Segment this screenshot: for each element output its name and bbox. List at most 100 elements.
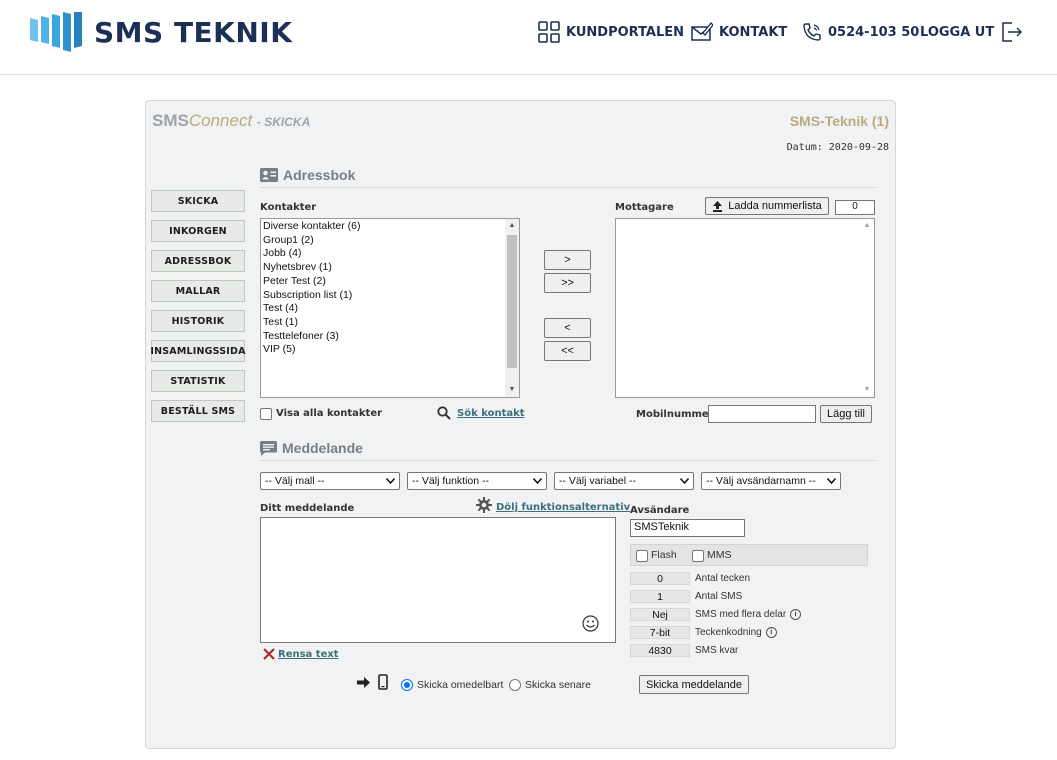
brand-sms: SMS [152, 111, 189, 130]
nav-phone[interactable]: 0524-103 50 [802, 18, 919, 46]
scroll-down-icon[interactable]: ▼ [505, 383, 519, 397]
send-now-radio[interactable] [401, 679, 413, 691]
multipart-label: SMS med flera delar i [695, 609, 802, 620]
message-textarea[interactable] [260, 517, 616, 643]
sender-name-select[interactable]: -- Välj avsändarnamn -- [701, 472, 841, 490]
contact-group-item[interactable]: Group1 (2) [263, 234, 360, 248]
recipients-list[interactable]: ▲ ▼ [615, 218, 875, 398]
upload-number-list-button[interactable]: Ladda nummerlista [705, 197, 829, 215]
function-select[interactable]: -- Välj funktion -- [407, 472, 547, 490]
scroll-up-icon[interactable]: ▲ [505, 219, 519, 233]
chevron-down-icon [533, 478, 542, 484]
gear-icon[interactable] [476, 497, 492, 513]
send-message-button[interactable]: Skicka meddelande [639, 675, 749, 694]
contact-group-item[interactable]: Diverse kontakter (6) [263, 220, 360, 234]
clear-text-link[interactable]: Rensa text [278, 649, 339, 660]
menu-statistik[interactable]: STATISTIK [151, 370, 245, 392]
grid-icon [538, 21, 560, 43]
chevron-down-icon [827, 478, 836, 484]
info-icon[interactable]: i [765, 627, 777, 638]
scroll-down-icon[interactable]: ▼ [860, 383, 874, 397]
contact-group-item[interactable]: Jobb (4) [263, 247, 360, 261]
show-all-contacts-checkbox[interactable] [260, 408, 272, 420]
char-count-label: Antal tecken [695, 573, 750, 584]
close-icon[interactable] [263, 648, 275, 660]
divider [260, 187, 877, 188]
nav-logout-label: LOGGA UT [920, 24, 995, 40]
encoding-value: 7-bit [630, 626, 690, 639]
contacts-list[interactable]: Diverse kontakter (6) Group1 (2) Jobb (4) N… [260, 218, 520, 398]
message-type-options: Flash MMS [630, 544, 868, 566]
message-title: Meddelande [282, 440, 363, 456]
sms-left-value: 4830 [630, 644, 690, 657]
info-icon[interactable]: i [790, 609, 802, 620]
remove-selected-button[interactable]: < [544, 318, 591, 338]
sms-count-value: 1 [630, 590, 690, 603]
send-later-radio[interactable] [509, 679, 521, 691]
contact-group-item[interactable]: VIP (5) [263, 343, 360, 357]
sms-count-text: Antal SMS [695, 591, 743, 602]
mobile-number-label: Mobilnummer [636, 409, 714, 420]
nav-phone-label: 0524-103 50 [828, 24, 920, 40]
your-message-label: Ditt meddelande [260, 503, 355, 514]
flash-checkbox[interactable] [636, 550, 648, 562]
logo-text: SMS TEKNIK [94, 15, 293, 49]
phone-icon [803, 23, 821, 41]
nav-kontakt[interactable]: KONTAKT [691, 18, 787, 46]
contact-group-item[interactable]: Subscription list (1) [263, 289, 360, 303]
chevron-down-icon [386, 478, 395, 484]
multipart-value: Nej [630, 608, 690, 621]
chevron-down-icon [680, 478, 689, 484]
add-selected-button[interactable]: > [544, 250, 591, 270]
contact-group-item[interactable]: Testtelefoner (3) [263, 330, 360, 344]
menu-adressbok[interactable]: ADRESSBOK [151, 250, 245, 272]
mobile-number-input[interactable] [708, 405, 816, 423]
scroll-thumb[interactable] [507, 235, 517, 368]
hide-function-options-link[interactable]: Dölj funktionsalternativ [496, 502, 630, 513]
search-icon[interactable] [437, 406, 451, 420]
envelope-pen-icon [691, 22, 713, 41]
arrow-right-icon [357, 677, 370, 688]
search-contact-link[interactable]: Sök kontakt [457, 408, 525, 419]
scroll-up-icon[interactable]: ▲ [860, 219, 874, 233]
company-logo[interactable]: SMS TEKNIK [30, 12, 292, 52]
menu-inkorgen[interactable]: INKORGEN [151, 220, 245, 242]
contacts-scrollbar[interactable]: ▲ ▼ [505, 219, 519, 397]
contact-group-item[interactable]: Test (1) [263, 316, 360, 330]
addressbook-heading: Adressbok [260, 167, 355, 183]
contact-card-icon [260, 168, 278, 182]
nav-kundportalen[interactable]: KUNDPORTALEN [538, 18, 684, 46]
menu-historik[interactable]: HISTORIK [151, 310, 245, 332]
menu-mallar[interactable]: MALLAR [151, 280, 245, 302]
contact-group-item[interactable]: Peter Test (2) [263, 275, 360, 289]
sender-name-select-value: -- Välj avsändarnamn -- [706, 475, 816, 487]
menu-bestall-sms[interactable]: BESTÄLL SMS [151, 400, 245, 422]
nav-kontakt-label: KONTAKT [719, 24, 788, 40]
add-all-button[interactable]: >> [544, 273, 591, 293]
flash-label: Flash [651, 549, 677, 561]
remove-all-button[interactable]: << [544, 341, 591, 361]
current-date: Datum: 2020-09-28 [786, 142, 889, 153]
message-bubble-icon [260, 440, 277, 456]
template-select[interactable]: -- Välj mall -- [260, 472, 400, 490]
sms-left-text: SMS kvar [695, 645, 739, 656]
add-number-button[interactable]: Lägg till [820, 405, 872, 423]
menu-insamlingssida[interactable]: INSAMLINGSSIDA [150, 340, 245, 362]
function-select-value: -- Välj funktion -- [412, 475, 490, 487]
emoji-icon[interactable] [582, 615, 599, 632]
contact-group-item[interactable]: Test (4) [263, 302, 360, 316]
nav-logout[interactable]: LOGGA UT [920, 18, 1024, 46]
sender-input[interactable]: SMSTeknik [630, 519, 745, 537]
message-heading: Meddelande [260, 440, 363, 456]
encoding-label: Teckenkodning i [695, 627, 777, 638]
menu-skicka[interactable]: SKICKA [151, 190, 245, 212]
mms-label: MMS [707, 549, 732, 561]
multipart-text: SMS med flera delar [695, 609, 787, 620]
logout-icon [1002, 22, 1023, 42]
mms-checkbox[interactable] [692, 550, 704, 562]
contact-group-item[interactable]: Nyhetsbrev (1) [263, 261, 360, 275]
variable-select[interactable]: -- Välj variabel -- [554, 472, 694, 490]
sender-label: Avsändare [630, 505, 690, 516]
char-count-text: Antal tecken [695, 573, 751, 584]
recipients-scrollbar[interactable]: ▲ ▼ [860, 219, 874, 397]
